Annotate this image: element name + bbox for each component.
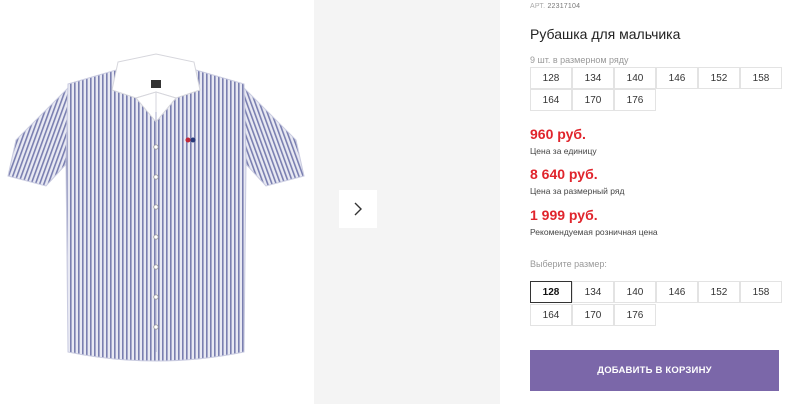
pack-size-140: 140	[614, 67, 656, 89]
pack-note: 9 шт. в размерном ряду	[530, 55, 629, 65]
pack-size-146: 146	[656, 67, 698, 89]
pack-size-152: 152	[698, 67, 740, 89]
product-image-area	[0, 0, 314, 404]
pack-size-134: 134	[572, 67, 614, 89]
retail-price-label: Рекомендуемая розничная цена	[530, 227, 658, 237]
pack-size-164: 164	[530, 89, 572, 111]
size-option-176[interactable]: 176	[614, 304, 656, 326]
size-option-164[interactable]: 164	[530, 304, 572, 326]
chevron-right-icon	[354, 202, 362, 216]
retail-price: 1 999 руб.	[530, 207, 598, 223]
size-option-140[interactable]: 140	[614, 281, 656, 303]
product-title: Рубашка для мальчика	[530, 26, 681, 42]
pack-price-label: Цена за размерный ряд	[530, 186, 625, 196]
next-image-button[interactable]	[339, 190, 377, 228]
article-number: АРТ. 22317104	[530, 3, 580, 10]
pack-size-128: 128	[530, 67, 572, 89]
add-to-cart-button[interactable]: ДОБАВИТЬ В КОРЗИНУ	[530, 350, 779, 391]
pack-size-170: 170	[572, 89, 614, 111]
pack-size-176: 176	[614, 89, 656, 111]
choose-size-label: Выберите размер:	[530, 259, 607, 269]
article-label: АРТ.	[530, 3, 546, 10]
article-value: 22317104	[547, 3, 581, 10]
size-option-146[interactable]: 146	[656, 281, 698, 303]
pack-price: 8 640 руб.	[530, 166, 598, 182]
unit-price: 960 руб.	[530, 126, 586, 142]
unit-price-label: Цена за единицу	[530, 146, 597, 156]
size-option-134[interactable]: 134	[572, 281, 614, 303]
pack-size-158: 158	[740, 67, 782, 89]
size-option-158[interactable]: 158	[740, 281, 782, 303]
size-option-170[interactable]: 170	[572, 304, 614, 326]
size-option-128[interactable]: 128	[530, 281, 572, 303]
size-option-152[interactable]: 152	[698, 281, 740, 303]
shirt-image	[7, 53, 305, 362]
